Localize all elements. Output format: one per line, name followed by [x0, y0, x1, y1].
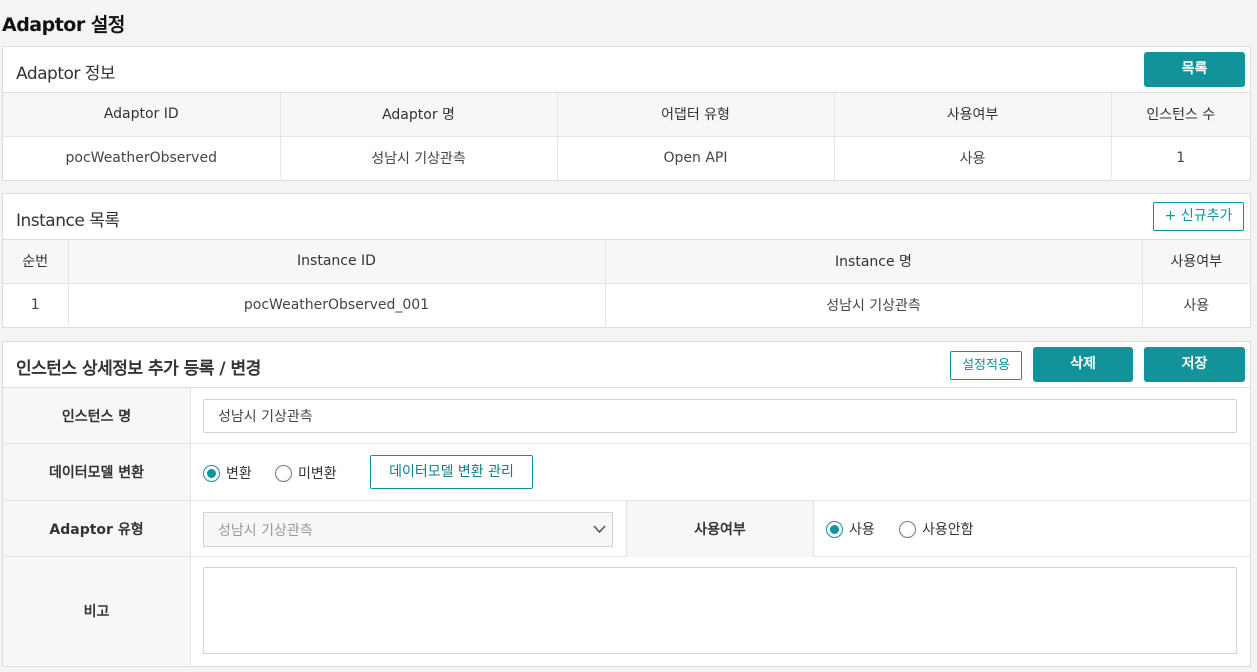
radio-checked-icon [826, 520, 843, 538]
radio-use[interactable]: 사용 [826, 519, 875, 539]
delete-button[interactable]: 삭제 [1033, 347, 1133, 382]
instance-list-header: Instance 목록 + 신규추가 [3, 194, 1250, 240]
table-cell: 1 [3, 283, 69, 326]
radio-not-use[interactable]: 사용안함 [899, 519, 974, 539]
page-title: Adaptor 설정 [2, 14, 125, 36]
table-row[interactable]: 1 pocWeatherObserved_001 성남시 기상관측 사용 [3, 283, 1250, 326]
table-cell: pocWeatherObserved [3, 136, 281, 179]
radio-no-convert-label: 미변환 [298, 466, 337, 482]
radio-convert[interactable]: 변환 [203, 463, 252, 483]
table-header-row: Adaptor ID Adaptor 명 어댑터 유형 사용여부 인스턴스 수 [3, 93, 1250, 137]
column-header: 인스턴스 수 [1111, 93, 1250, 137]
save-button[interactable]: 저장 [1144, 347, 1245, 382]
column-header: Adaptor ID [3, 93, 281, 137]
add-instance-button[interactable]: + 신규추가 [1153, 202, 1244, 231]
adaptor-info-table: Adaptor ID Adaptor 명 어댑터 유형 사용여부 인스턴스 수 … [3, 93, 1250, 179]
radio-no-convert[interactable]: 미변환 [275, 463, 337, 483]
column-header: Instance 명 [605, 240, 1143, 284]
radio-use-label: 사용 [849, 522, 875, 538]
table-cell: 사용 [834, 136, 1112, 179]
adaptor-info-title: Adaptor 정보 [16, 64, 116, 84]
instance-name-label: 인스턴스 명 [3, 388, 191, 443]
instance-detail-title: 인스턴스 상세정보 추가 등록 / 변경 [16, 359, 261, 379]
column-header: 순번 [3, 240, 69, 284]
use-label: 사용여부 [626, 501, 814, 557]
adaptor-type-row: Adaptor 유형 성남시 기상관측 사용여부 사용 사용안함 [3, 501, 1250, 557]
table-cell: Open API [557, 136, 835, 179]
radio-unchecked-icon [899, 520, 916, 538]
adaptor-info-header: Adaptor 정보 목록 [3, 47, 1250, 93]
radio-checked-icon [203, 464, 220, 482]
column-header: 사용여부 [1142, 240, 1250, 284]
instance-name-row: 인스턴스 명 성남시 기상관측 [3, 388, 1250, 444]
radio-unchecked-icon [275, 464, 292, 482]
radio-not-use-label: 사용안함 [922, 522, 974, 538]
column-header: Instance ID [68, 240, 606, 284]
note-label: 비고 [3, 557, 191, 665]
radio-convert-label: 변환 [226, 466, 252, 482]
chevron-down-icon [593, 525, 606, 534]
note-row: 비고 [3, 557, 1250, 665]
instance-list-panel: Instance 목록 + 신규추가 순번 Instance ID Instan… [2, 193, 1251, 328]
table-cell: 성남시 기상관측 [605, 283, 1143, 326]
adaptor-type-label: Adaptor 유형 [3, 501, 191, 556]
note-textarea[interactable] [203, 567, 1237, 654]
adaptor-info-panel: Adaptor 정보 목록 Adaptor ID Adaptor 명 어댑터 유… [2, 46, 1251, 181]
table-cell: 1 [1176, 149, 1186, 166]
table-header-row: 순번 Instance ID Instance 명 사용여부 [3, 240, 1250, 284]
instance-list-table: 순번 Instance ID Instance 명 사용여부 1 pocWeat… [3, 240, 1250, 326]
column-header: Adaptor 명 [280, 93, 558, 137]
table-cell: 성남시 기상관측 [280, 136, 558, 179]
column-header: 어댑터 유형 [557, 93, 835, 137]
table-cell: pocWeatherObserved_001 [68, 283, 606, 326]
column-header: 사용여부 [834, 93, 1112, 137]
list-button[interactable]: 목록 [1144, 52, 1245, 87]
table-row: pocWeatherObserved 성남시 기상관측 Open API 사용 … [3, 136, 1250, 179]
apply-settings-button[interactable]: 설정적용 [950, 351, 1022, 380]
instance-list-title: Instance 목록 [16, 211, 120, 231]
adaptor-type-select[interactable]: 성남시 기상관측 [203, 512, 613, 547]
adaptor-type-value: 성남시 기상관측 [218, 522, 313, 539]
model-manage-button[interactable]: 데이터모델 변환 관리 [370, 455, 533, 489]
instance-detail-panel: 인스턴스 상세정보 추가 등록 / 변경 설정적용 삭제 저장 인스턴스 명 성… [2, 341, 1251, 667]
instance-name-input[interactable]: 성남시 기상관측 [203, 399, 1237, 433]
model-convert-row: 데이터모델 변환 변환 미변환 데이터모델 변환 관리 [3, 444, 1250, 501]
table-cell: 사용 [1183, 297, 1210, 314]
instance-detail-header: 인스턴스 상세정보 추가 등록 / 변경 설정적용 삭제 저장 [3, 342, 1250, 388]
model-convert-label: 데이터모델 변환 [3, 444, 191, 500]
